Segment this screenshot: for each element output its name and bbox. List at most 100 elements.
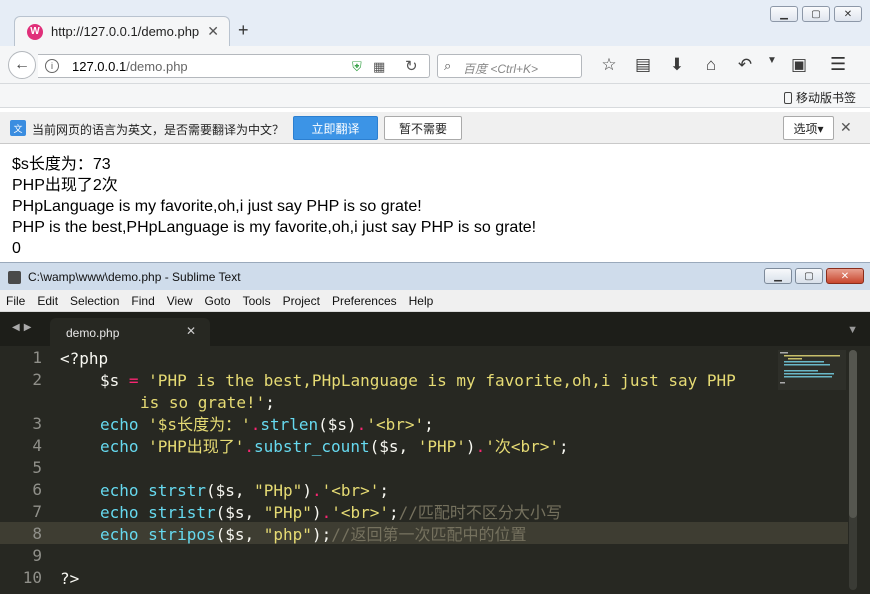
output-line: PHP出现了2次 — [12, 177, 118, 194]
chevron-down-icon[interactable]: ▼ — [762, 55, 782, 75]
code-token: echo — [100, 525, 139, 544]
code-token: '次<br>' — [485, 437, 560, 456]
back-button[interactable]: ← — [8, 51, 36, 79]
phone-icon — [783, 91, 792, 104]
menu-selection[interactable]: Selection — [70, 294, 119, 308]
code-line: echo '$s长度为：'.strlen($s).'<br>'; — [100, 414, 434, 436]
menu-find[interactable]: Find — [131, 294, 154, 308]
sublime-logo-icon — [8, 271, 21, 284]
code-token: stripos — [138, 525, 216, 544]
close-icon[interactable]: ✕ — [840, 119, 852, 136]
tab-title: http://127.0.0.1/demo.php — [51, 24, 200, 39]
menu-edit[interactable]: Edit — [37, 294, 58, 308]
menu-help[interactable]: Help — [409, 294, 434, 308]
code-token: . — [311, 481, 322, 500]
menu-preferences[interactable]: Preferences — [332, 294, 397, 308]
code-token: ) — [311, 503, 322, 522]
mobile-bookmarks-label: 移动版书签 — [795, 91, 856, 105]
minimize-button[interactable]: ▁ — [770, 6, 798, 22]
window-title: C:\wamp\www\demo.php - Sublime Text — [28, 270, 241, 284]
code-token: ; — [265, 393, 275, 412]
line-number: 6 — [32, 480, 42, 499]
menu-view[interactable]: View — [167, 294, 193, 308]
line-number: 10 — [22, 568, 42, 587]
wamp-icon: W — [27, 23, 43, 40]
url-path: /demo.php — [126, 59, 188, 74]
url-bar[interactable]: i 127.0.0.1/demo.php ⛨ ▦ ↻ — [38, 54, 430, 78]
window-controls: ▁ ▢ ✕ — [770, 6, 862, 22]
menu-goto[interactable]: Goto — [205, 294, 231, 308]
editor-titlebar: C:\wamp\www\demo.php - Sublime Text ▁ ▢ … — [0, 262, 870, 290]
code-token: $s — [100, 371, 120, 390]
code-token: 'PHP is the best,PHpLanguage is my favor… — [148, 371, 736, 390]
window-controls: ▁ ▢ ✕ — [764, 268, 864, 284]
search-icon: ⌕ — [444, 58, 452, 73]
minimize-button[interactable]: ▁ — [764, 268, 792, 284]
menu-project[interactable]: Project — [283, 294, 320, 308]
line-number: 7 — [32, 502, 42, 521]
code-line: echo strstr($s, "PHp").'<br>'; — [100, 480, 389, 502]
options-button[interactable]: 选项▾ — [783, 116, 834, 140]
code-area[interactable]: <?php $s = 'PHP is the best,PHpLanguage … — [60, 346, 780, 594]
code-token: <?php — [60, 349, 109, 368]
star-icon[interactable]: ☆ — [592, 55, 626, 75]
code-token: ) — [465, 437, 476, 456]
menu-file[interactable]: File — [6, 294, 25, 308]
reading-list-icon[interactable]: ▤ — [626, 55, 660, 75]
maximize-button[interactable]: ▢ — [802, 6, 830, 22]
code-token: echo — [100, 437, 139, 456]
line-number: 1 — [32, 348, 42, 367]
mobile-bookmarks[interactable]: 移动版书签 — [783, 89, 856, 106]
editor-tab-bar: ◀▶ demo.php ✕ ▼ — [0, 312, 870, 346]
close-icon[interactable]: ✕ — [186, 324, 196, 338]
output-line: 0 — [12, 240, 21, 257]
editor-tab[interactable]: demo.php ✕ — [50, 318, 210, 346]
code-token: . — [321, 503, 332, 522]
editor-window: C:\wamp\www\demo.php - Sublime Text ▁ ▢ … — [0, 262, 870, 594]
info-icon[interactable]: i — [45, 59, 59, 73]
code-comment: //匹配时不区分大小写 — [398, 503, 562, 522]
reload-icon[interactable]: ↻ — [405, 57, 418, 75]
scrollbar-thumb[interactable] — [849, 350, 857, 518]
menu-tools[interactable]: Tools — [243, 294, 271, 308]
close-window-button[interactable]: ✕ — [826, 268, 864, 284]
tab-list-dropdown-icon[interactable]: ▼ — [847, 324, 858, 336]
plus-icon[interactable]: + — [238, 20, 249, 41]
code-token: strstr — [138, 481, 206, 500]
line-number: 3 — [32, 414, 42, 433]
close-window-button[interactable]: ✕ — [834, 6, 862, 22]
not-now-button[interactable]: 暂不需要 — [384, 116, 462, 140]
search-input[interactable]: ⌕ 百度 <Ctrl+K> — [437, 54, 582, 78]
close-icon[interactable]: ✕ — [207, 23, 219, 40]
line-number: 4 — [32, 436, 42, 455]
code-token: echo — [100, 481, 139, 500]
code-token: ; — [424, 415, 434, 434]
browser-tab[interactable]: W http://127.0.0.1/demo.php ✕ — [14, 16, 230, 46]
code-token: ?> — [60, 569, 80, 588]
code-token: "PHp" — [254, 481, 303, 500]
url-text[interactable]: 127.0.0.1/demo.php — [72, 59, 188, 74]
shield-icon[interactable]: ⛨ — [352, 59, 362, 75]
line-number: 5 — [32, 458, 42, 477]
code-token: ; — [559, 437, 569, 456]
translate-now-button[interactable]: 立即翻译 — [293, 116, 378, 140]
line-number-gutter: 1 2 3 4 5 6 7 8 9 10 — [0, 346, 48, 594]
code-line: echo stristr($s, "PHp").'<br>';//匹配时不区分大… — [100, 502, 562, 524]
code-token: '$s长度为：' — [138, 415, 251, 434]
reader-view-icon[interactable]: ▣ — [782, 55, 816, 75]
minimap[interactable] — [778, 350, 846, 390]
undo-icon[interactable]: ↶ — [728, 55, 762, 75]
tab-filename: demo.php — [66, 326, 120, 340]
code-token: '<br>' — [366, 415, 425, 434]
maximize-button[interactable]: ▢ — [795, 268, 823, 284]
code-token: ($s, — [369, 437, 418, 456]
url-host: 127.0.0.1 — [72, 59, 127, 74]
vertical-scrollbar[interactable] — [849, 350, 857, 590]
hamburger-menu-icon[interactable]: ☰ — [830, 54, 846, 75]
home-icon[interactable]: ⌂ — [694, 55, 728, 75]
qr-code-icon[interactable]: ▦ — [373, 59, 385, 75]
search-placeholder: 百度 <Ctrl+K> — [463, 62, 539, 76]
download-icon[interactable]: ⬇ — [660, 55, 694, 75]
tab-nav-arrows-icon[interactable]: ◀▶ — [12, 322, 35, 333]
code-editor[interactable]: 1 2 3 4 5 6 7 8 9 10 <?php $s = 'PHP is … — [0, 346, 870, 594]
